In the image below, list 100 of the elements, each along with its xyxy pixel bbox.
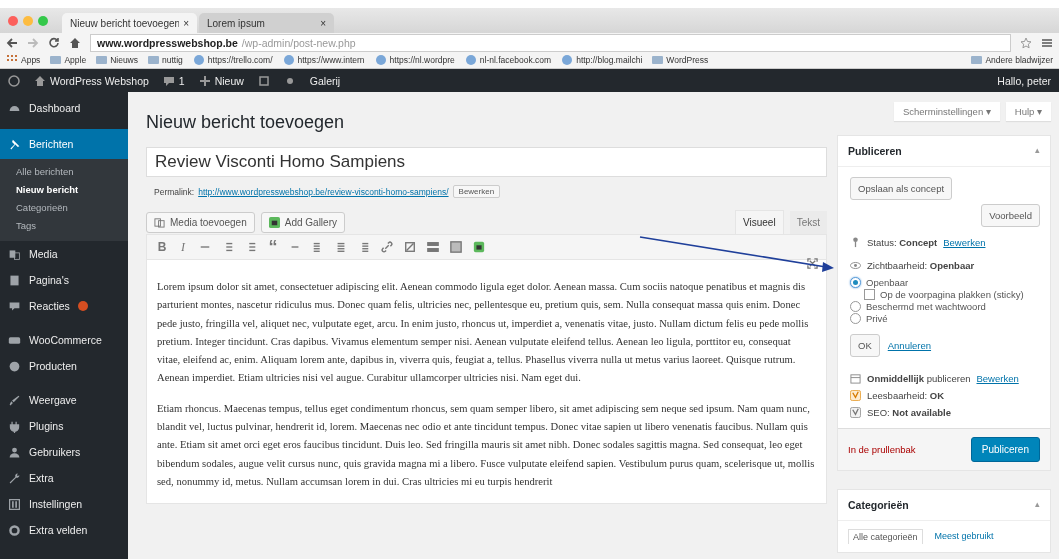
sidebar-item[interactable]: Producten [0, 353, 128, 379]
menu-icon[interactable] [1041, 36, 1053, 49]
submenu-item[interactable]: Categorieën [0, 199, 128, 217]
save-draft-button[interactable]: Opslaan als concept [850, 177, 953, 200]
sidebar-item[interactable]: Reacties [0, 293, 128, 319]
submenu-item[interactable]: Alle berichten [0, 163, 128, 181]
edit-schedule-link[interactable]: Bewerken [976, 373, 1019, 384]
sidebar-item[interactable]: Pagina's [0, 267, 128, 293]
unlink-icon[interactable] [404, 241, 416, 253]
comment-icon [8, 299, 21, 313]
user-icon [8, 445, 21, 459]
fullscreen-icon[interactable] [807, 258, 818, 269]
visibility-text: Zichtbaarheid: Openbaar [867, 260, 975, 271]
back-icon[interactable] [6, 36, 18, 49]
bookmark-link[interactable]: nl-nl.facebook.com [479, 55, 552, 65]
gallery-icon[interactable] [473, 241, 485, 253]
sidebar-item[interactable]: Gebruikers [0, 439, 128, 465]
bookmark-link[interactable]: https://trello.com/ [207, 55, 273, 65]
add-gallery-button[interactable]: Add Gallery [260, 211, 345, 233]
edit-permalink-button[interactable]: Bewerken [452, 185, 501, 198]
radio-button[interactable] [850, 313, 861, 324]
home-icon[interactable] [69, 36, 81, 49]
close-window-button[interactable] [8, 15, 18, 26]
screen-options-button[interactable]: Scherminstellingen ▾ [893, 102, 1000, 121]
radio-button[interactable] [850, 301, 861, 312]
editor-tab[interactable]: Tekst [789, 210, 827, 234]
bookmark-link[interactable]: WordPress [666, 55, 709, 65]
comment-icon [162, 74, 175, 87]
cancel-link[interactable]: Annuleren [887, 340, 932, 351]
media-icon [154, 216, 165, 228]
schedule-text: Onmiddellijk publiceren [867, 373, 971, 384]
option-label[interactable]: Privé [866, 313, 888, 324]
plus-icon [198, 74, 211, 87]
folder-icon [50, 56, 62, 64]
browser-tab[interactable]: Nieuw bericht toevoegen × [62, 13, 197, 33]
body-paragraph: Lorem ipsum dolor sit amet, consectetuer adipiscing elit. Aenean commodo ligula eget dolor. Aenean massa. Cum sociis natoque penatibus et magnis dis parturient montes, nascetur ridiculus mus. Donec quam felis, ultricies nec, pellentesque eu, pretium quis, sem. Nulla consequat massa quis enim. Donec pede justo, fringilla vel, aliquet nec, vulputate eget, arcu. In enim justo, rhoncus ut, imperdiet a, venenatis vitae, justo. Nullam dictum felis eu pede mollis pretium. Integer tincidunt. Cras dapibus. Vivamus elementum semper nisi. Aenean vulputate eleifend tellus. Aenean leo ligula, porttitor eu, consequat vitae, eleifend ac, enim. Aliquam lorem ante, dapibus in, viverra quis, feugiat a, tellus. Phasellus viverra nulla ut metus varius laoreet. Quisque rutrum. Aenean imperdiet. Etiam ultricies nisi vel augue. Curabitur ullamcorper ultricies nisi. Nam eget dui. [157, 280, 810, 386]
seo-plugin-icon [850, 407, 861, 418]
post-title-field[interactable]: Review Visconti Homo Sampiens [146, 147, 827, 177]
sidebar-item[interactable]: Extra velden [0, 517, 128, 543]
edit-status-link[interactable]: Bewerken [943, 237, 986, 248]
radio-button[interactable] [850, 277, 861, 288]
add-media-button[interactable]: Media toevoegen [146, 211, 255, 233]
pin-icon [8, 137, 21, 151]
seo-text: SEO: Not available [867, 407, 951, 418]
sidebar-item[interactable]: Extra [0, 465, 128, 491]
greeting-link[interactable]: Hallo, peter [997, 74, 1051, 87]
new-menu-link[interactable]: Nieuw [214, 74, 244, 87]
checkbox[interactable] [864, 289, 875, 300]
browser-tab[interactable]: Lorem ipsum × [199, 13, 334, 33]
brush-icon [8, 393, 21, 407]
comment-count[interactable]: 1 [178, 74, 185, 87]
folder-icon [652, 56, 664, 64]
submenu-item[interactable]: Tags [0, 217, 128, 235]
bookmark-link[interactable]: Andere bladwijzer [985, 55, 1053, 65]
star-icon[interactable] [1020, 36, 1032, 49]
sidebar-item[interactable]: Dashboard [0, 95, 128, 121]
option-label[interactable]: Op de voorpagina plakken (sticky) [880, 289, 1024, 300]
sidebar-item[interactable]: Instellingen [0, 491, 128, 517]
reload-icon[interactable] [48, 36, 60, 49]
preview-button[interactable]: Voorbeeld [981, 204, 1040, 227]
calendar-icon [850, 373, 861, 384]
site-name-link[interactable]: WordPress Webshop [50, 74, 149, 87]
link-icon[interactable] [381, 241, 393, 253]
sidebar-item[interactable]: Plugins [0, 413, 128, 439]
bold-button[interactable]: B [157, 241, 167, 253]
bookmark-link[interactable]: Nieuws [110, 55, 138, 65]
bookmark-link[interactable]: Apple [64, 55, 87, 65]
italic-button[interactable]: I [178, 241, 188, 253]
bookmark-link[interactable]: nuttig [162, 55, 183, 65]
option-label[interactable]: Beschermd met wachtwoord [866, 301, 986, 312]
ok-button[interactable]: OK [850, 334, 880, 357]
permalink-link[interactable]: http://www.wordpresswebshop.be/review-visconti-homo-sampiens/ [198, 186, 449, 197]
gallery-icon [268, 216, 280, 228]
eye-icon [850, 260, 861, 271]
category-tab[interactable]: Alle categorieën [848, 529, 923, 544]
help-button[interactable]: Hulp ▾ [1005, 102, 1051, 121]
seo-plugin-icon [850, 390, 861, 401]
editor-tab[interactable]: Visueel [735, 210, 784, 234]
bookmark-link[interactable]: https://nl.wordpre [389, 55, 455, 65]
trash-link[interactable]: In de prullenbak [848, 444, 916, 455]
address-bar[interactable]: www.wordpresswebshop.be /wp-admin/post-new.php [90, 33, 1011, 52]
bookmark-link[interactable]: https://www.intern [297, 55, 365, 65]
option-label[interactable]: Openbaar [866, 277, 909, 288]
publish-button[interactable]: Publiceren [970, 437, 1040, 462]
publish-box-title: Publiceren [848, 145, 902, 157]
bookmark-link[interactable]: http://blog.mailchi [576, 55, 643, 65]
permalink-label: Permalink: [154, 186, 195, 197]
bookmark-link[interactable]: Apps [21, 55, 41, 65]
sidebar-item[interactable]: WooCommerce [0, 327, 128, 353]
blockquote-button[interactable]: “ [268, 241, 278, 253]
category-tab[interactable]: Meest gebruikt [930, 529, 998, 544]
folder-icon [96, 56, 108, 64]
sidebar-item[interactable]: Media [0, 241, 128, 267]
center-icon[interactable] [335, 241, 347, 253]
sidebar-item[interactable]: Berichten [0, 129, 128, 159]
submenu-item[interactable]: Nieuw bericht [0, 181, 128, 199]
more-icon[interactable] [427, 241, 439, 253]
gallery-link[interactable]: Galerij [309, 74, 341, 87]
sidebar-item[interactable]: Weergave [0, 387, 128, 413]
pin-icon [850, 237, 861, 248]
